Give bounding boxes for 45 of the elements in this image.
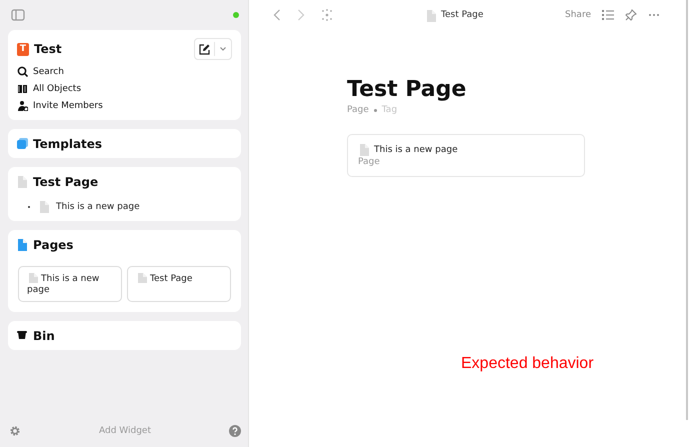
tree-item[interactable]: This is a new page <box>28 200 233 213</box>
page-icon <box>27 272 39 283</box>
book-icon <box>17 83 28 94</box>
person-icon <box>17 100 28 111</box>
sidebar-toggle-icon[interactable] <box>11 9 25 21</box>
page-icon <box>136 272 148 283</box>
share-button[interactable]: Share <box>565 10 591 20</box>
sidebar-link[interactable]: Search <box>17 63 232 80</box>
sidebar-link[interactable]: Invite Members <box>17 97 232 114</box>
annotation-text: Expected behavior <box>461 355 594 372</box>
widget-title[interactable]: Pages <box>33 238 74 252</box>
forward-icon[interactable] <box>297 9 305 21</box>
page-icon <box>16 238 28 251</box>
search-icon <box>17 66 28 77</box>
space-badge: T <box>17 42 29 56</box>
widget-title[interactable]: Test Page <box>33 174 98 188</box>
templates-icon <box>16 137 28 150</box>
widget-title[interactable]: Templates <box>33 136 102 150</box>
settings-icon[interactable] <box>9 425 21 437</box>
separator-dot <box>374 108 377 112</box>
breadcrumb[interactable]: Test Page <box>425 8 484 22</box>
help-icon[interactable] <box>228 425 241 437</box>
page-card[interactable]: Test Page <box>127 266 231 302</box>
page-icon <box>16 175 28 188</box>
page-title: Test Page <box>347 76 468 104</box>
edit-icon <box>199 44 210 54</box>
widget-title[interactable]: Bin <box>33 328 55 342</box>
page-icon <box>425 8 437 22</box>
bin-icon <box>16 329 28 342</box>
space-name[interactable]: Test <box>34 42 189 56</box>
more-icon[interactable] <box>648 13 660 17</box>
page-icon <box>358 143 370 156</box>
back-icon[interactable] <box>273 9 281 21</box>
scrollbar[interactable] <box>686 0 688 420</box>
list-icon[interactable] <box>602 10 614 20</box>
graph-icon[interactable] <box>321 9 333 21</box>
caret-icon <box>219 46 227 52</box>
sidebar-link[interactable]: All Objects <box>17 80 232 97</box>
new-object-button[interactable] <box>194 38 232 60</box>
pin-icon[interactable] <box>625 9 637 21</box>
page-icon <box>38 200 50 213</box>
linked-object-title: This is a new page <box>374 144 458 154</box>
linked-object-card[interactable]: This is a new page Page <box>347 134 585 177</box>
linked-object-type: Page <box>358 157 381 167</box>
page-card[interactable]: This is a new page <box>18 266 122 302</box>
